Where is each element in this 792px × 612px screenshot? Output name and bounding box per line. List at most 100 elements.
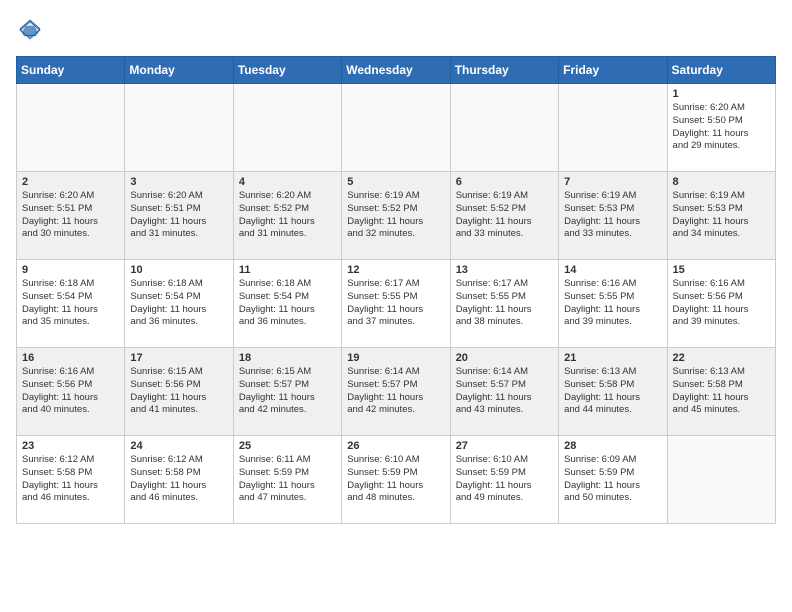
calendar-day-cell: 13 Sunrise: 6:17 AM Sunset: 5:55 PM Dayli… [450,260,558,348]
day-number: 3 [130,176,227,188]
day-info: Sunrise: 6:14 AM Sunset: 5:57 PM Dayligh… [456,366,553,417]
day-info: Sunrise: 6:17 AM Sunset: 5:55 PM Dayligh… [456,278,553,329]
day-number: 27 [456,440,553,452]
calendar-day-cell: 17 Sunrise: 6:15 AM Sunset: 5:56 PM Dayli… [125,348,233,436]
calendar-day-cell: 15 Sunrise: 6:16 AM Sunset: 5:56 PM Dayli… [667,260,775,348]
day-number: 2 [22,176,119,188]
day-number: 15 [673,264,770,276]
calendar-day-cell [450,84,558,172]
calendar-day-cell: 25 Sunrise: 6:11 AM Sunset: 5:59 PM Dayli… [233,436,341,524]
weekday-header-monday: Monday [125,57,233,84]
day-number: 8 [673,176,770,188]
calendar-day-cell: 19 Sunrise: 6:14 AM Sunset: 5:57 PM Dayli… [342,348,450,436]
day-info: Sunrise: 6:19 AM Sunset: 5:52 PM Dayligh… [347,190,444,241]
calendar-table: SundayMondayTuesdayWednesdayThursdayFrid… [16,56,776,524]
day-number: 16 [22,352,119,364]
day-info: Sunrise: 6:17 AM Sunset: 5:55 PM Dayligh… [347,278,444,329]
day-number: 25 [239,440,336,452]
calendar-day-cell: 22 Sunrise: 6:13 AM Sunset: 5:58 PM Dayli… [667,348,775,436]
calendar-day-cell [667,436,775,524]
calendar-week-row: 1Sunrise: 6:20 AM Sunset: 5:50 PM Daylig… [17,84,776,172]
day-number: 26 [347,440,444,452]
day-number: 5 [347,176,444,188]
day-number: 13 [456,264,553,276]
day-number: 18 [239,352,336,364]
calendar-day-cell: 10 Sunrise: 6:18 AM Sunset: 5:54 PM Dayli… [125,260,233,348]
calendar-day-cell: 6 Sunrise: 6:19 AM Sunset: 5:52 PM Daylig… [450,172,558,260]
day-number: 20 [456,352,553,364]
calendar-day-cell: 7 Sunrise: 6:19 AM Sunset: 5:53 PM Daylig… [559,172,667,260]
day-info: Sunrise: 6:14 AM Sunset: 5:57 PM Dayligh… [347,366,444,417]
day-info: Sunrise: 6:13 AM Sunset: 5:58 PM Dayligh… [564,366,661,417]
calendar-week-row: 16 Sunrise: 6:16 AM Sunset: 5:56 PM Dayli… [17,348,776,436]
day-number: 22 [673,352,770,364]
weekday-header-friday: Friday [559,57,667,84]
calendar-day-cell [125,84,233,172]
day-info: Sunrise: 6:16 AM Sunset: 5:56 PM Dayligh… [22,366,119,417]
calendar-week-row: 2 Sunrise: 6:20 AM Sunset: 5:51 PM Daylig… [17,172,776,260]
day-number: 7 [564,176,661,188]
day-info: Sunrise: 6:18 AM Sunset: 5:54 PM Dayligh… [22,278,119,329]
calendar-week-row: 9Sunrise: 6:18 AM Sunset: 5:54 PM Daylig… [17,260,776,348]
day-number: 10 [130,264,227,276]
day-info: Sunrise: 6:16 AM Sunset: 5:55 PM Dayligh… [564,278,661,329]
day-info: Sunrise: 6:09 AM Sunset: 5:59 PM Dayligh… [564,454,661,505]
day-info: Sunrise: 6:20 AM Sunset: 5:52 PM Dayligh… [239,190,336,241]
day-number: 21 [564,352,661,364]
weekday-header-tuesday: Tuesday [233,57,341,84]
day-info: Sunrise: 6:18 AM Sunset: 5:54 PM Dayligh… [130,278,227,329]
day-number: 28 [564,440,661,452]
calendar-day-cell: 14 Sunrise: 6:16 AM Sunset: 5:55 PM Dayli… [559,260,667,348]
day-info: Sunrise: 6:13 AM Sunset: 5:58 PM Dayligh… [673,366,770,417]
day-info: Sunrise: 6:19 AM Sunset: 5:52 PM Dayligh… [456,190,553,241]
weekday-header-thursday: Thursday [450,57,558,84]
calendar-day-cell: 24 Sunrise: 6:12 AM Sunset: 5:58 PM Dayli… [125,436,233,524]
calendar-header-row: SundayMondayTuesdayWednesdayThursdayFrid… [17,57,776,84]
calendar-day-cell [233,84,341,172]
calendar-day-cell: 21 Sunrise: 6:13 AM Sunset: 5:58 PM Dayli… [559,348,667,436]
day-number: 6 [456,176,553,188]
day-info: Sunrise: 6:11 AM Sunset: 5:59 PM Dayligh… [239,454,336,505]
calendar-day-cell: 12 Sunrise: 6:17 AM Sunset: 5:55 PM Dayli… [342,260,450,348]
day-info: Sunrise: 6:10 AM Sunset: 5:59 PM Dayligh… [456,454,553,505]
day-number: 4 [239,176,336,188]
page-header [16,16,776,44]
calendar-day-cell: 5 Sunrise: 6:19 AM Sunset: 5:52 PM Daylig… [342,172,450,260]
weekday-header-wednesday: Wednesday [342,57,450,84]
day-number: 12 [347,264,444,276]
day-number: 17 [130,352,227,364]
calendar-day-cell [559,84,667,172]
logo-icon [16,16,44,44]
day-number: 11 [239,264,336,276]
day-info: Sunrise: 6:10 AM Sunset: 5:59 PM Dayligh… [347,454,444,505]
calendar-day-cell: 16 Sunrise: 6:16 AM Sunset: 5:56 PM Dayli… [17,348,125,436]
day-number: 19 [347,352,444,364]
calendar-day-cell: 11 Sunrise: 6:18 AM Sunset: 5:54 PM Dayli… [233,260,341,348]
calendar-day-cell: 26 Sunrise: 6:10 AM Sunset: 5:59 PM Dayli… [342,436,450,524]
calendar-day-cell: 2Sunrise: 6:20 AM Sunset: 5:51 PM Daylig… [17,172,125,260]
calendar-day-cell: 23 Sunrise: 6:12 AM Sunset: 5:58 PM Dayli… [17,436,125,524]
calendar-day-cell: 18 Sunrise: 6:15 AM Sunset: 5:57 PM Dayli… [233,348,341,436]
day-info: Sunrise: 6:20 AM Sunset: 5:51 PM Dayligh… [130,190,227,241]
day-number: 14 [564,264,661,276]
logo [16,16,48,44]
day-info: Sunrise: 6:18 AM Sunset: 5:54 PM Dayligh… [239,278,336,329]
calendar-day-cell: 27 Sunrise: 6:10 AM Sunset: 5:59 PM Dayli… [450,436,558,524]
calendar-day-cell: 8Sunrise: 6:19 AM Sunset: 5:53 PM Daylig… [667,172,775,260]
day-number: 1 [673,88,770,100]
day-info: Sunrise: 6:12 AM Sunset: 5:58 PM Dayligh… [22,454,119,505]
calendar-day-cell: 28 Sunrise: 6:09 AM Sunset: 5:59 PM Dayli… [559,436,667,524]
day-info: Sunrise: 6:19 AM Sunset: 5:53 PM Dayligh… [564,190,661,241]
calendar-day-cell: 9Sunrise: 6:18 AM Sunset: 5:54 PM Daylig… [17,260,125,348]
day-info: Sunrise: 6:15 AM Sunset: 5:57 PM Dayligh… [239,366,336,417]
day-number: 24 [130,440,227,452]
weekday-header-saturday: Saturday [667,57,775,84]
calendar-day-cell [342,84,450,172]
day-info: Sunrise: 6:12 AM Sunset: 5:58 PM Dayligh… [130,454,227,505]
day-number: 23 [22,440,119,452]
calendar-day-cell: 4 Sunrise: 6:20 AM Sunset: 5:52 PM Daylig… [233,172,341,260]
day-info: Sunrise: 6:15 AM Sunset: 5:56 PM Dayligh… [130,366,227,417]
calendar-day-cell: 20 Sunrise: 6:14 AM Sunset: 5:57 PM Dayli… [450,348,558,436]
calendar-day-cell [17,84,125,172]
day-info: Sunrise: 6:16 AM Sunset: 5:56 PM Dayligh… [673,278,770,329]
